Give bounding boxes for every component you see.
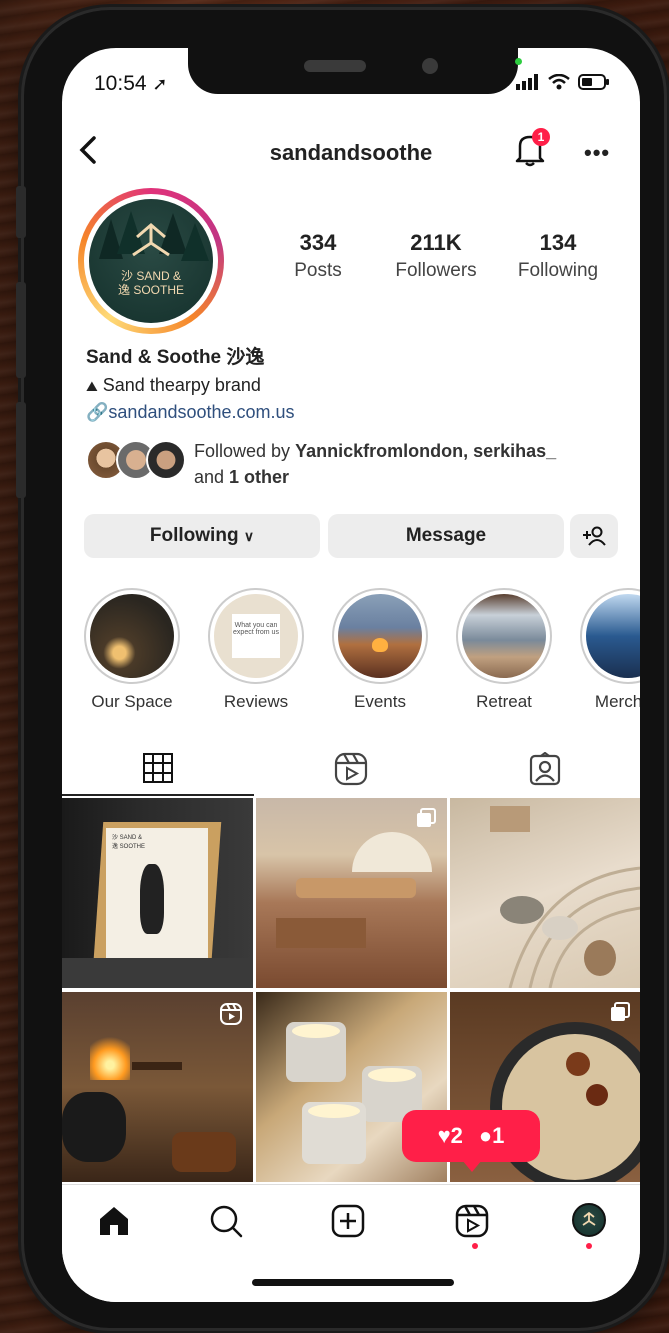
follower-avatar-3 [146, 440, 186, 480]
grid-post-4[interactable] [62, 992, 253, 1182]
add-person-button[interactable] [570, 514, 618, 558]
profile-nav-avatar[interactable] [572, 1203, 606, 1237]
active-tab-indicator [62, 794, 254, 796]
highlight-retreat[interactable]: Retreat [452, 588, 556, 712]
tagged-tab-icon[interactable] [528, 752, 562, 786]
link-icon: 🔗 [86, 402, 109, 422]
message-button[interactable]: Message [328, 514, 564, 558]
phone-side-button [16, 186, 26, 238]
profile-tabs [62, 742, 640, 798]
home-icon[interactable] [96, 1203, 132, 1239]
phone-screen: 10:54 ➚ sandandsoothe 1 ••• 沙 SAND & 逸 S… [62, 48, 640, 1302]
followed-by[interactable]: Followed by Yannickfromlondon, serkihas_… [86, 436, 626, 490]
carousel-icon [611, 1002, 630, 1021]
highlight-events[interactable]: Events [328, 588, 432, 712]
highlight-merchandise[interactable]: Merchan [576, 588, 640, 712]
notch [188, 48, 518, 94]
reels-notification-dot [472, 1243, 478, 1249]
reels-icon[interactable] [454, 1203, 490, 1239]
highlight-reviews[interactable]: What you can expect from us Reviews [204, 588, 308, 712]
profile-header: sandandsoothe 1 ••• [62, 124, 640, 180]
following-button[interactable]: Following ∨ [84, 514, 320, 558]
posts-grid: 沙 SAND & 逸 SOOTHE [62, 798, 640, 1184]
story-highlights: Our Space What you can expect from us Re… [62, 588, 640, 728]
phone-volume-down [16, 402, 26, 498]
home-indicator[interactable] [252, 1279, 454, 1286]
activity-bubble[interactable]: ♥2 ●1 [402, 1110, 540, 1172]
heart-icon: ♥ [437, 1123, 451, 1148]
profile-name: Sand & Soothe 沙逸 [86, 347, 265, 368]
grid-tab-icon[interactable] [142, 752, 174, 784]
profile-avatar[interactable]: 沙 SAND & 逸 SOOTHE [78, 188, 224, 334]
search-icon[interactable] [208, 1203, 244, 1239]
profile-website-link[interactable]: 🔗sandandsoothe.com.us [86, 402, 295, 423]
phone-volume-up [16, 282, 26, 378]
comment-icon: ● [478, 1123, 493, 1148]
status-icons [516, 74, 610, 90]
add-person-icon [583, 526, 606, 546]
likes-count: ♥2 [437, 1123, 463, 1148]
stat-following[interactable]: 134 Following [498, 230, 618, 282]
avatar-logo-text: 沙 SAND & 逸 SOOTHE [117, 269, 184, 297]
chevron-down-icon: ∨ [243, 528, 255, 544]
signal-icon [516, 74, 538, 90]
rock-icon: ⛰ [86, 378, 98, 394]
profile-bio: Sand & Soothe 沙逸 ⛰ Sand thearpy brand 🔗s… [86, 342, 295, 423]
grid-post-3[interactable] [450, 798, 640, 988]
bottom-navigation [62, 1184, 640, 1302]
stat-posts[interactable]: 334 Posts [258, 230, 378, 282]
comments-count: ●1 [478, 1123, 505, 1148]
more-options-icon[interactable]: ••• [584, 140, 610, 166]
mic-indicator [515, 58, 522, 65]
notification-badge: 1 [532, 128, 550, 146]
followed-by-text: Followed by Yannickfromlondon, serkihas_… [194, 441, 557, 487]
grid-post-2[interactable] [256, 798, 447, 988]
reel-badge-icon [220, 1003, 242, 1025]
status-time: 10:54 ➚ [94, 72, 168, 95]
wifi-icon [548, 74, 570, 90]
profile-notification-dot [586, 1243, 592, 1249]
poster-text: 沙 SAND & 逸 SOOTHE [112, 835, 146, 850]
grid-post-1[interactable]: 沙 SAND & 逸 SOOTHE [62, 798, 253, 988]
create-post-icon[interactable] [330, 1203, 366, 1239]
profile-username: sandandsoothe [269, 140, 433, 165]
highlight-our-space[interactable]: Our Space [80, 588, 184, 712]
carousel-icon [417, 808, 436, 827]
profile-tagline: ⛰ Sand thearpy brand [86, 375, 261, 395]
battery-icon [578, 74, 609, 90]
stat-followers[interactable]: 211K Followers [376, 230, 496, 282]
reels-tab-icon[interactable] [334, 752, 368, 786]
